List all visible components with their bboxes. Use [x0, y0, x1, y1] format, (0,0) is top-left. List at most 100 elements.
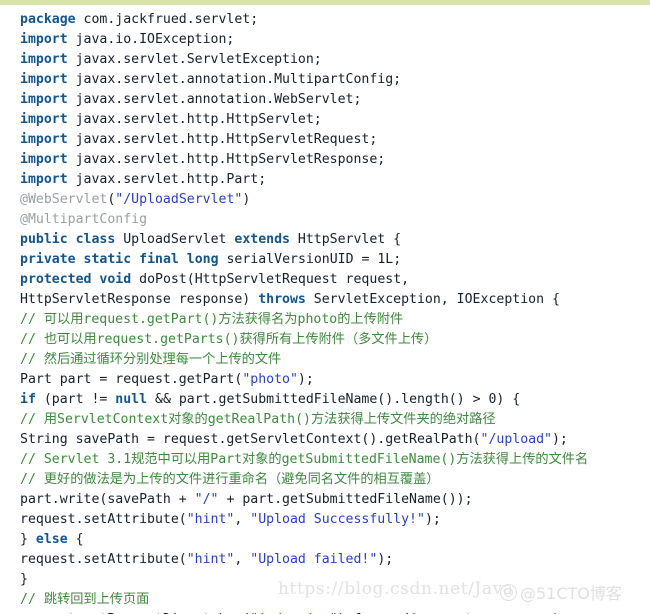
code-token: ); — [551, 432, 568, 447]
code-line: } — [20, 570, 650, 590]
code-token: "photo" — [242, 372, 298, 387]
code-token: @WebServlet — [20, 192, 108, 207]
code-token: , — [234, 512, 251, 527]
code-token: "/UploadServlet" — [115, 192, 243, 207]
code-token: 方法获得名为 — [218, 312, 298, 327]
code-token: 对象的 — [168, 412, 208, 427]
code-token: javax.servlet.annotation.MultipartConfig… — [67, 72, 402, 87]
code-token: photo — [297, 312, 338, 327]
code-token: String savePath = request.getServletCont… — [20, 432, 481, 447]
code-token: , — [234, 552, 251, 567]
code-token: // Servlet 3.1 — [20, 452, 132, 467]
top-accent-strip — [0, 0, 650, 5]
code-line: import javax.servlet.ServletException; — [20, 50, 650, 70]
code-line: // 更好的做法是为上传的文件进行重命名（避免同名文件的相互覆盖） — [20, 470, 650, 490]
code-token: import — [20, 132, 68, 147]
code-token: UploadServlet — [115, 232, 235, 247]
code-token: 方法获得上传文件夹的绝对路径 — [310, 412, 496, 427]
code-token: 获得所有上传附件（多文件上传） — [239, 332, 438, 347]
code-token: request.getParts() — [96, 332, 240, 347]
code-token: import — [20, 52, 68, 67]
code-token: // — [20, 412, 44, 427]
code-token: ServletException, IOException { — [305, 292, 560, 307]
code-token: ); — [297, 372, 314, 387]
code-line: // 可以用request.getPart()方法获得名为photo的上传附件 — [20, 310, 650, 330]
code-token: doPost(HttpServletRequest request, — [131, 272, 410, 287]
code-token: 方法获得上传的文件名 — [456, 452, 589, 467]
code-token: (part != — [35, 392, 116, 407]
code-token: extends — [234, 232, 290, 247]
code-line: String savePath = request.getServletCont… — [20, 430, 650, 450]
code-token: HttpServlet { — [289, 232, 402, 247]
code-line: protected void doPost(HttpServletRequest… — [20, 270, 650, 290]
code-line: // 跳转回到上传页面 — [20, 590, 650, 610]
code-token: javax.servlet.http.HttpServlet; — [67, 112, 322, 127]
code-token: private — [20, 252, 76, 267]
code-token: Part part = request.getPart( — [20, 372, 243, 387]
code-line: @WebServlet("/UploadServlet") — [20, 190, 650, 210]
code-token: { — [67, 532, 84, 547]
code-line: import javax.servlet.annotation.Multipar… — [20, 70, 650, 90]
code-token: request.setAttribute( — [20, 512, 187, 527]
code-token: 规范中可以用 — [131, 452, 211, 467]
code-token: HttpServletResponse response) — [20, 292, 259, 307]
code-line: request.setAttribute("hint", "Upload fai… — [20, 550, 650, 570]
code-token: && part.getSubmittedFileName().length() … — [147, 392, 521, 407]
code-token: // — [20, 592, 44, 607]
code-line: import javax.servlet.http.HttpServletReq… — [20, 130, 650, 150]
code-token: javax.servlet.http.HttpServletRequest; — [67, 132, 378, 147]
code-token: protected — [20, 272, 92, 287]
code-token: } — [20, 572, 28, 587]
code-line: import java.io.IOException; — [20, 30, 650, 50]
code-line: part.write(savePath + "/" + part.getSubm… — [20, 490, 650, 510]
code-token: public — [20, 232, 68, 247]
code-line: package com.jackfrued.servlet; — [20, 10, 650, 30]
code-token: if — [20, 392, 36, 407]
code-token: 然后通过循环分别处理每一个上传的文件 — [43, 352, 282, 367]
code-line: HttpServletResponse response) throws Ser… — [20, 290, 650, 310]
code-line: // 用ServletContext对象的getRealPath()方法获得上传… — [20, 410, 650, 430]
code-line: } else { — [20, 530, 650, 550]
code-line: request.getRequestDispatcher("index.jsp"… — [20, 610, 650, 614]
code-line: import javax.servlet.http.HttpServletRes… — [20, 150, 650, 170]
code-token: com.jackfrued.servlet; — [75, 12, 259, 27]
code-token: void — [99, 272, 132, 287]
code-token: "hint" — [186, 552, 235, 567]
code-token: serialVersionUID = 1L; — [218, 252, 402, 267]
code-token: 的上传附件 — [337, 312, 404, 327]
code-line: // 也可以用request.getParts()获得所有上传附件（多文件上传） — [20, 330, 650, 350]
code-token: throws — [258, 292, 306, 307]
code-line: @MultipartConfig — [20, 210, 650, 230]
code-token: ServletContext — [57, 412, 169, 427]
code-listing: package com.jackfrued.servlet; import jav… — [20, 10, 650, 614]
code-token: javax.servlet.ServletException; — [67, 52, 322, 67]
code-token: static — [83, 252, 132, 267]
code-token: null — [115, 392, 148, 407]
code-token: import — [20, 92, 68, 107]
code-token: 更好的做法是为上传的文件进行重命名（避免同名文件的相互覆盖） — [43, 472, 440, 487]
code-token: 跳转回到上传页面 — [43, 592, 150, 607]
code-token: javax.servlet.http.Part; — [67, 172, 267, 187]
code-token: + part.getSubmittedFileName()); — [218, 492, 473, 507]
code-line: private static final long serialVersionU… — [20, 250, 650, 270]
code-token: } — [20, 532, 36, 547]
code-token: "Upload Successfully!" — [250, 512, 425, 527]
code-line: if (part != null && part.getSubmittedFil… — [20, 390, 650, 410]
code-token: // — [20, 312, 44, 327]
code-token: javax.servlet.http.HttpServletResponse; — [67, 152, 386, 167]
code-token: @MultipartConfig — [20, 212, 148, 227]
code-token: long — [186, 252, 219, 267]
code-token: getRealPath() — [207, 412, 311, 427]
code-token: 对象的 — [242, 452, 282, 467]
code-token: java.io.IOException; — [67, 32, 235, 47]
code-token: "Upload failed!" — [250, 552, 378, 567]
code-line: Part part = request.getPart("photo"); — [20, 370, 650, 390]
code-token: import — [20, 32, 68, 47]
code-token: "/" — [194, 492, 219, 507]
code-token: package — [20, 12, 76, 27]
code-token: import — [20, 152, 68, 167]
code-token: "/upload" — [480, 432, 552, 447]
